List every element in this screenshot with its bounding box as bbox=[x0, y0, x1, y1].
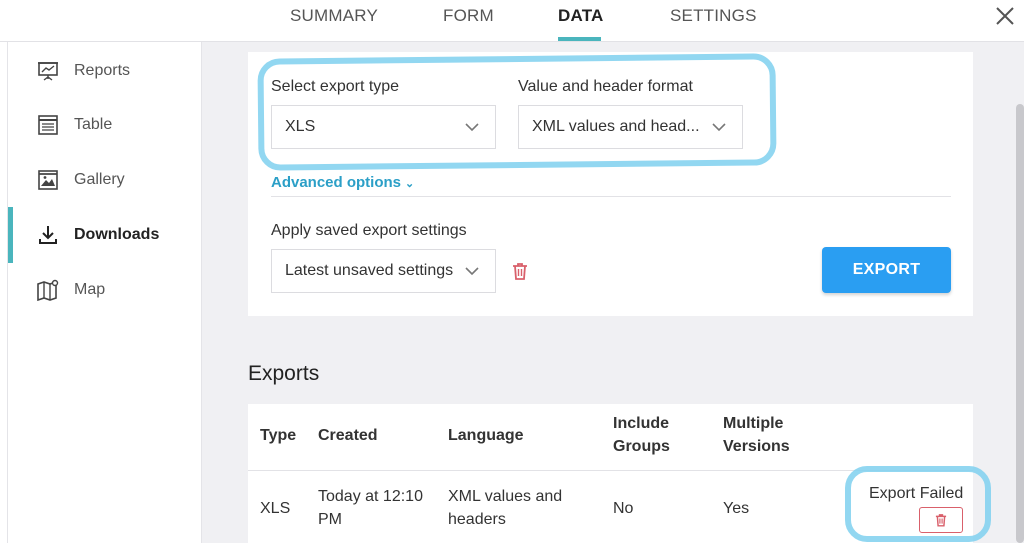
sidebar-item-downloads[interactable]: Downloads bbox=[8, 215, 202, 255]
cell-language: XML values and headers bbox=[448, 485, 562, 531]
chevron-down-icon bbox=[463, 262, 481, 280]
download-icon bbox=[36, 223, 60, 247]
cell-created: Today at 12:10 PM bbox=[318, 485, 423, 531]
sidebar-item-map[interactable]: Map bbox=[8, 270, 202, 310]
highlight-export-status bbox=[845, 466, 991, 542]
header-line: Multiple bbox=[723, 415, 784, 432]
saved-settings-value: Latest unsaved settings bbox=[285, 262, 454, 279]
active-tab-indicator bbox=[558, 37, 601, 41]
sidebar-active-indicator bbox=[8, 207, 13, 263]
vertical-scrollbar[interactable] bbox=[1016, 104, 1024, 543]
tab-summary[interactable]: SUMMARY bbox=[290, 6, 378, 26]
sidebar-item-label: Downloads bbox=[74, 226, 160, 243]
sidebar-item-label: Gallery bbox=[74, 171, 125, 188]
sidebar-item-gallery[interactable]: Gallery bbox=[8, 160, 202, 200]
cell-line: PM bbox=[318, 511, 342, 528]
column-header-language: Language bbox=[448, 427, 524, 444]
saved-settings-label: Apply saved export settings bbox=[271, 222, 467, 239]
column-header-include-groups: Include Groups bbox=[613, 412, 670, 458]
delete-saved-settings-button[interactable] bbox=[509, 260, 531, 282]
tab-form[interactable]: FORM bbox=[443, 6, 494, 26]
cell-line: Today at 12:10 bbox=[318, 488, 423, 505]
cell-include-groups: No bbox=[613, 500, 634, 517]
sidebar-item-label: Reports bbox=[74, 62, 131, 79]
exports-section-title: Exports bbox=[248, 362, 320, 385]
advanced-options-link[interactable]: Advanced options ⌄ bbox=[271, 174, 414, 191]
sidebar-item-label: Table bbox=[74, 116, 113, 133]
cell-line: headers bbox=[448, 511, 506, 528]
cell-line: XML values and bbox=[448, 488, 563, 505]
image-icon bbox=[36, 168, 60, 192]
divider bbox=[271, 196, 951, 197]
close-icon[interactable] bbox=[993, 4, 1017, 28]
header-line: Versions bbox=[723, 438, 790, 455]
sidebar-item-reports[interactable]: Reports bbox=[8, 51, 202, 91]
header-line: Groups bbox=[613, 438, 670, 455]
tab-settings[interactable]: SETTINGS bbox=[670, 6, 757, 26]
cell-multiple-versions: Yes bbox=[723, 500, 750, 517]
trash-icon bbox=[513, 263, 527, 280]
sidebar: Reports Table Gallery Downloads Map bbox=[8, 42, 202, 543]
saved-settings-select[interactable]: Latest unsaved settings bbox=[271, 249, 496, 293]
column-header-type: Type bbox=[260, 427, 297, 444]
highlight-export-type-format bbox=[257, 53, 777, 171]
header-line: Include bbox=[613, 415, 670, 432]
presentation-icon bbox=[36, 59, 60, 83]
window-left-edge bbox=[0, 0, 8, 543]
export-button[interactable]: EXPORT bbox=[822, 247, 951, 293]
top-tab-bar: SUMMARY FORM DATA SETTINGS bbox=[0, 0, 1024, 42]
chevron-down-icon: ⌄ bbox=[405, 178, 415, 190]
sidebar-item-table[interactable]: Table bbox=[8, 105, 202, 145]
advanced-options-label: Advanced options bbox=[271, 174, 402, 191]
map-icon bbox=[36, 278, 60, 302]
tab-data[interactable]: DATA bbox=[558, 6, 604, 26]
cell-type: XLS bbox=[260, 500, 291, 517]
table-icon bbox=[36, 113, 60, 137]
column-header-multiple-versions: Multiple Versions bbox=[723, 412, 790, 458]
sidebar-item-label: Map bbox=[74, 281, 106, 298]
column-header-created: Created bbox=[318, 427, 378, 444]
